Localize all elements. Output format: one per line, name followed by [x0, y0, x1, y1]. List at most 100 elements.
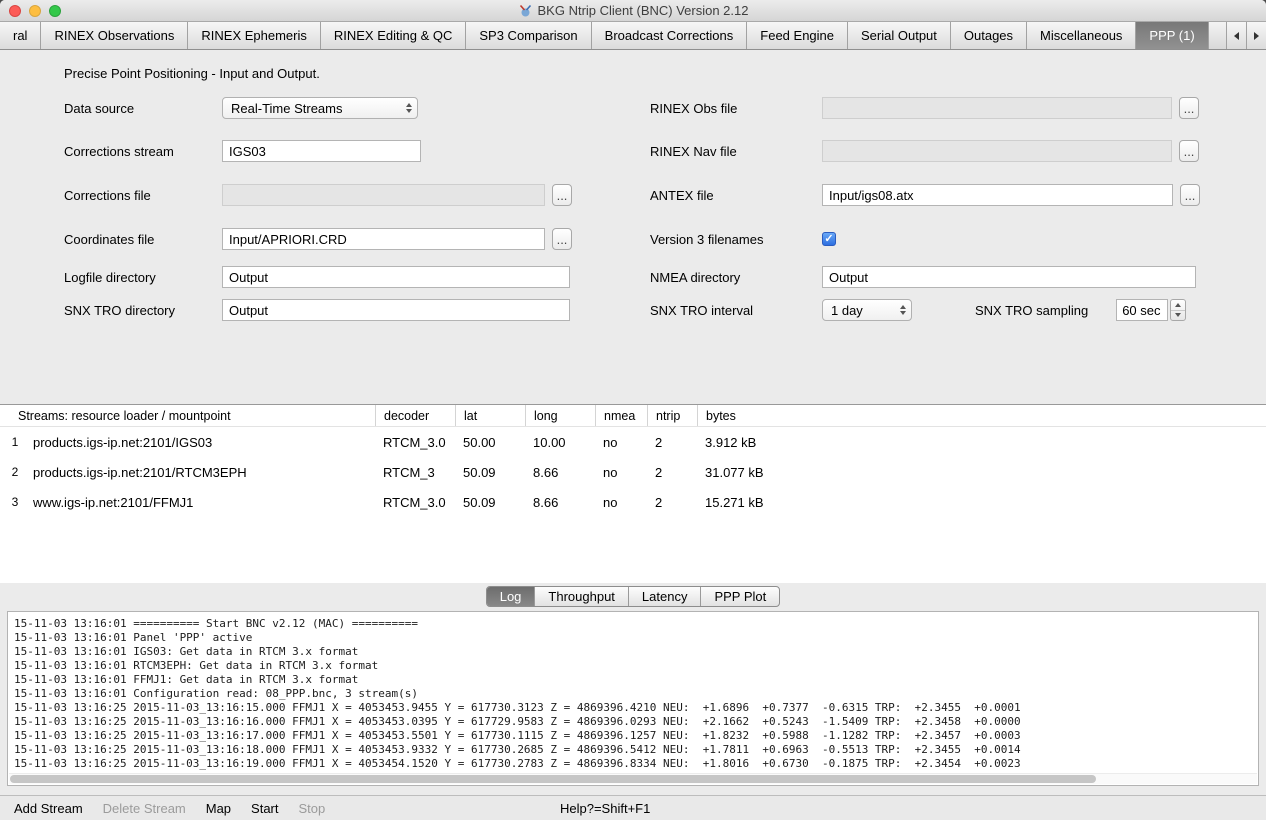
cell-mount: products.igs-ip.net:2101/IGS03: [30, 435, 375, 450]
log-tab-throughput[interactable]: Throughput: [534, 587, 628, 606]
help-shortcut-label: Help?=Shift+F1: [560, 801, 650, 816]
log-output[interactable]: 15-11-03 13:16:01 ========== Start BNC v…: [7, 611, 1259, 786]
scroll-tabs-left-button[interactable]: [1226, 22, 1246, 49]
cell-long: 8.66: [525, 495, 595, 510]
version3-checkbox[interactable]: ✓: [822, 232, 836, 246]
rinex-obs-file-label: RINEX Obs file: [650, 101, 822, 116]
table-row[interactable]: 1products.igs-ip.net:2101/IGS03RTCM_3.05…: [0, 427, 1266, 457]
corrections-file-browse-button[interactable]: ...: [552, 184, 572, 206]
traffic-lights: [9, 5, 61, 17]
column-header-decoder: decoder: [375, 405, 455, 426]
logfile-directory-label: Logfile directory: [64, 270, 222, 285]
add-stream-button[interactable]: Add Stream: [14, 801, 83, 816]
tab-ral[interactable]: ral: [0, 22, 41, 49]
select-arrows-icon: [406, 98, 412, 118]
antex-file-input[interactable]: [822, 184, 1173, 206]
stepper-up-icon: [1175, 303, 1181, 307]
log-tab-latency[interactable]: Latency: [628, 587, 701, 606]
bottom-toolbar: Add StreamDelete StreamMapStartStop Help…: [0, 795, 1266, 820]
antex-browse-button[interactable]: ...: [1180, 184, 1200, 206]
panel-heading: Precise Point Positioning - Input and Ou…: [64, 66, 320, 81]
snx-tro-sampling-label: SNX TRO sampling: [975, 303, 1088, 318]
column-header-nmea: nmea: [595, 405, 647, 426]
log-section: LogThroughputLatencyPPP Plot 15-11-03 13…: [0, 583, 1266, 795]
start-button[interactable]: Start: [251, 801, 278, 816]
cell-num: 1: [0, 435, 30, 449]
snx-tro-interval-label: SNX TRO interval: [650, 303, 822, 318]
close-button[interactable]: [9, 5, 21, 17]
cell-num: 2: [0, 465, 30, 479]
tab-rinex-observations[interactable]: RINEX Observations: [41, 22, 188, 49]
snx-tro-interval-value: 1 day: [831, 303, 863, 318]
cell-nmea: no: [595, 465, 647, 480]
rinex-nav-browse-button[interactable]: ...: [1179, 140, 1199, 162]
snx-tro-directory-input[interactable]: [222, 299, 570, 321]
corrections-stream-input[interactable]: [222, 140, 421, 162]
stepper-up-button[interactable]: [1171, 300, 1185, 311]
cell-lat: 50.09: [455, 495, 525, 510]
data-source-value: Real-Time Streams: [231, 101, 342, 116]
tab-sp3-comparison[interactable]: SP3 Comparison: [466, 22, 591, 49]
tab-miscellaneous[interactable]: Miscellaneous: [1027, 22, 1136, 49]
app-icon: [518, 3, 533, 18]
coordinates-file-label: Coordinates file: [64, 232, 222, 247]
cell-lat: 50.00: [455, 435, 525, 450]
snx-tro-directory-label: SNX TRO directory: [64, 303, 222, 318]
cell-mount: www.igs-ip.net:2101/FFMJ1: [30, 495, 375, 510]
column-header-bytes: bytes: [697, 405, 1266, 426]
rinex-obs-browse-button[interactable]: ...: [1179, 97, 1199, 119]
cell-mount: products.igs-ip.net:2101/RTCM3EPH: [30, 465, 375, 480]
rinex-nav-file-label: RINEX Nav file: [650, 144, 822, 159]
select-arrows-icon: [900, 300, 906, 320]
tab-outages[interactable]: Outages: [951, 22, 1027, 49]
map-button[interactable]: Map: [206, 801, 231, 816]
version3-filenames-label: Version 3 filenames: [650, 232, 822, 247]
cell-nmea: no: [595, 435, 647, 450]
minimize-button[interactable]: [29, 5, 41, 17]
cell-num: 3: [0, 495, 30, 509]
chevron-left-icon: [1234, 32, 1239, 40]
rinex-obs-file-input: [822, 97, 1172, 119]
cell-nmea: no: [595, 495, 647, 510]
data-source-label: Data source: [64, 101, 222, 116]
nmea-directory-input[interactable]: [822, 266, 1196, 288]
tab-rinex-ephemeris[interactable]: RINEX Ephemeris: [188, 22, 320, 49]
column-header-lat: lat: [455, 405, 525, 426]
snx-tro-sampling-value: 60 sec: [1116, 299, 1168, 321]
antex-file-label: ANTEX file: [650, 188, 822, 203]
log-tab-group: LogThroughputLatencyPPP Plot: [486, 586, 781, 607]
tab-rinex-editing-qc[interactable]: RINEX Editing & QC: [321, 22, 467, 49]
scrollbar-thumb[interactable]: [10, 775, 1096, 783]
logfile-directory-input[interactable]: [222, 266, 570, 288]
log-tab-ppp-plot[interactable]: PPP Plot: [700, 587, 779, 606]
column-header-long: long: [525, 405, 595, 426]
cell-ntrip: 2: [647, 435, 697, 450]
table-row[interactable]: 2products.igs-ip.net:2101/RTCM3EPHRTCM_3…: [0, 457, 1266, 487]
zoom-button[interactable]: [49, 5, 61, 17]
tab-ppp-1[interactable]: PPP (1): [1136, 22, 1208, 49]
scroll-tabs-right-button[interactable]: [1246, 22, 1266, 49]
cell-long: 8.66: [525, 465, 595, 480]
tab-feed-engine[interactable]: Feed Engine: [747, 22, 848, 49]
snx-tro-sampling-stepper[interactable]: 60 sec: [1116, 299, 1186, 321]
tab-serial-output[interactable]: Serial Output: [848, 22, 951, 49]
cell-bytes: 3.912 kB: [697, 435, 1266, 450]
snx-tro-interval-select[interactable]: 1 day: [822, 299, 912, 321]
table-row[interactable]: 3www.igs-ip.net:2101/FFMJ1RTCM_3.050.098…: [0, 487, 1266, 517]
streams-table: Streams: resource loader / mountpointdec…: [0, 404, 1266, 583]
log-horizontal-scrollbar[interactable]: [9, 773, 1257, 784]
titlebar: BKG Ntrip Client (BNC) Version 2.12: [0, 0, 1266, 22]
tab-broadcast-corrections[interactable]: Broadcast Corrections: [592, 22, 748, 49]
corrections-stream-label: Corrections stream: [64, 144, 222, 159]
cell-decoder: RTCM_3.0: [375, 495, 455, 510]
cell-decoder: RTCM_3.0: [375, 435, 455, 450]
stepper-down-button[interactable]: [1171, 311, 1185, 321]
coordinates-file-input[interactable]: [222, 228, 545, 250]
log-tab-log[interactable]: Log: [487, 587, 535, 606]
column-header-ntrip: ntrip: [647, 405, 697, 426]
stop-button: Stop: [299, 801, 326, 816]
coordinates-file-browse-button[interactable]: ...: [552, 228, 572, 250]
main-tabbar: ralRINEX ObservationsRINEX EphemerisRINE…: [0, 22, 1266, 50]
cell-decoder: RTCM_3: [375, 465, 455, 480]
data-source-select[interactable]: Real-Time Streams: [222, 97, 418, 119]
